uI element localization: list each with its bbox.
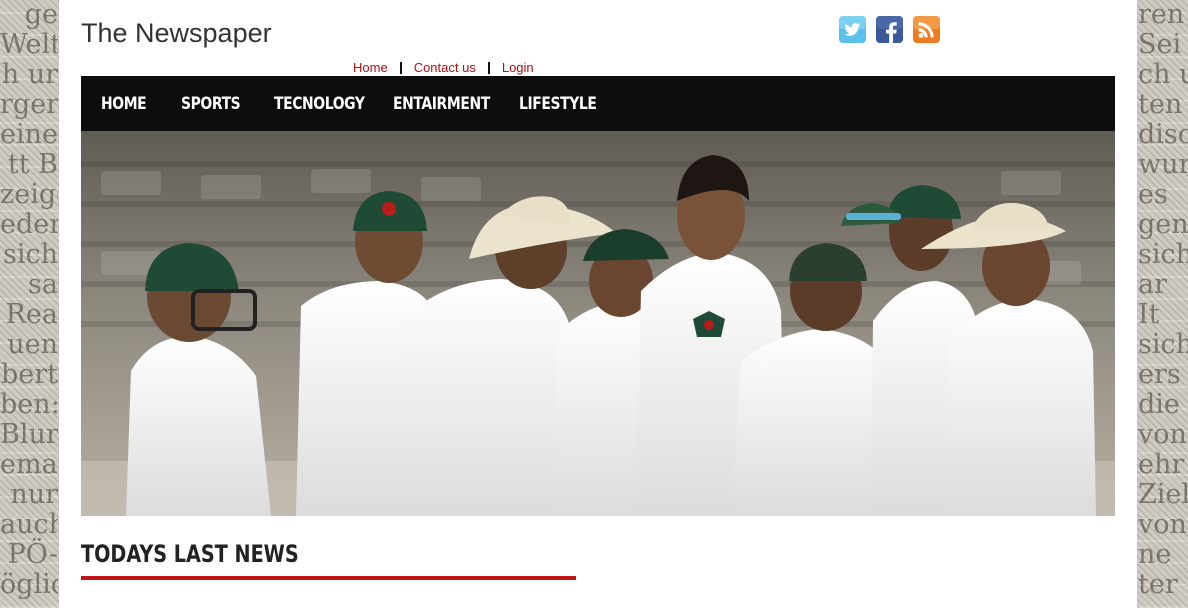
background-newsprint-right: renSeich utendiscwurdesgensicharItsicher… [1138, 0, 1188, 600]
top-link-login[interactable]: Login [496, 60, 540, 75]
section-title: TODAYS LAST NEWS [81, 540, 299, 568]
page-container: The Newspaper Home Contact us Login HOME… [59, 0, 1137, 608]
divider [399, 61, 402, 74]
nav-item-home[interactable]: HOME [101, 94, 147, 114]
nav-item-technology[interactable]: TECNOLOGY [274, 94, 365, 114]
nav-item-sports[interactable]: SPORTS [181, 94, 241, 114]
divider [487, 61, 490, 74]
background-newsprint-left: geWelth urrgereinett BzeigeedersichsaRea… [0, 0, 58, 600]
nav-item-entertainment[interactable]: ENTAIRMENT [393, 94, 490, 114]
rss-feed-icon[interactable] [913, 16, 940, 43]
hero-image[interactable] [81, 131, 1115, 516]
facebook-icon[interactable] [876, 16, 903, 43]
main-navigation: HOME SPORTS TECNOLOGY ENTAIRMENT LIFESTY… [81, 76, 1115, 131]
social-links [839, 16, 940, 43]
section-underline [81, 576, 576, 580]
top-link-contact[interactable]: Contact us [408, 60, 482, 75]
site-title[interactable]: The Newspaper [81, 18, 272, 49]
top-link-home[interactable]: Home [347, 60, 394, 75]
nav-item-lifestyle[interactable]: LIFESTYLE [519, 94, 597, 114]
top-links: Home Contact us Login [347, 60, 540, 75]
twitter-icon[interactable] [839, 16, 866, 43]
